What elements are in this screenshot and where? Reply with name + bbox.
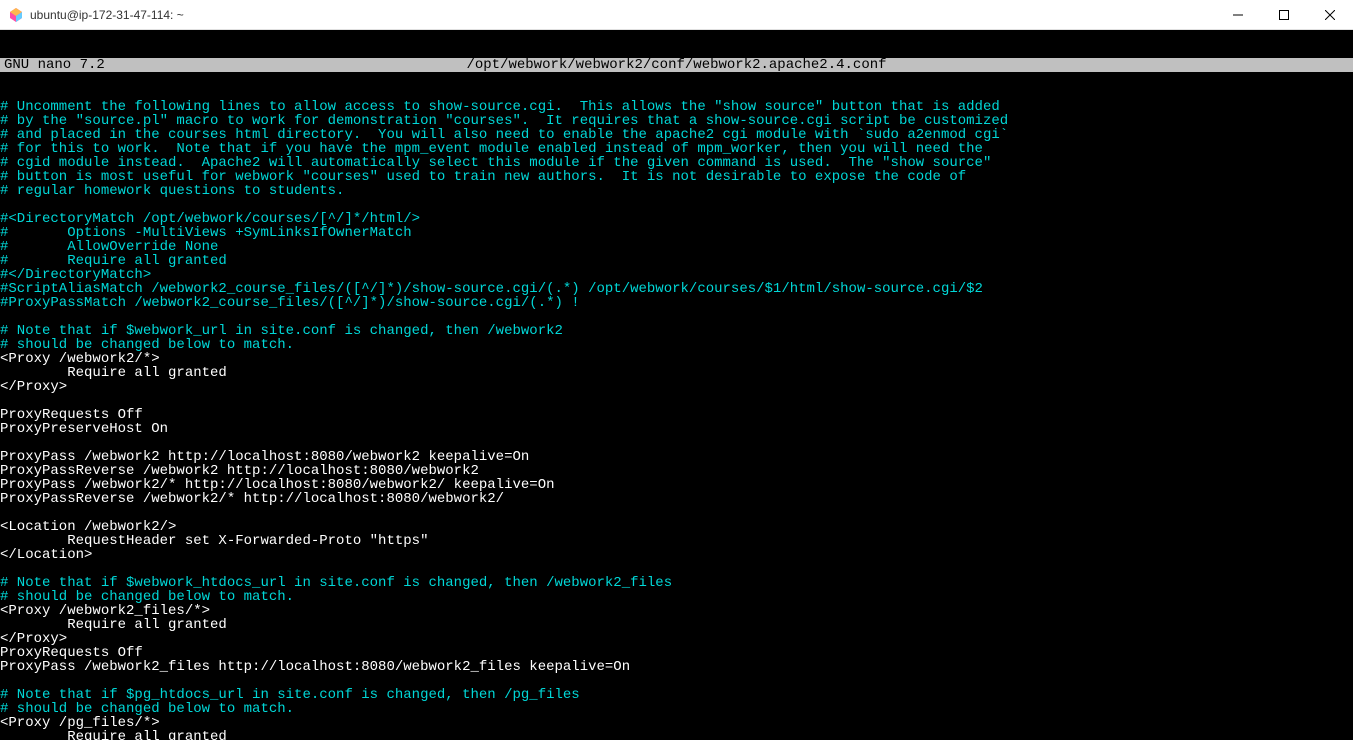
- editor-line: Require all granted: [0, 730, 1353, 740]
- editor-line: # Note that if $webwork_url in site.conf…: [0, 324, 1353, 338]
- editor-line: </Proxy>: [0, 632, 1353, 646]
- editor-line: ProxyPass /webwork2_files http://localho…: [0, 660, 1353, 674]
- window-titlebar: ubuntu@ip-172-31-47-114: ~: [0, 0, 1353, 30]
- editor-line: [0, 436, 1353, 450]
- editor-line: # should be changed below to match.: [0, 702, 1353, 716]
- editor-line: <Proxy /webwork2/*>: [0, 352, 1353, 366]
- editor-line: ProxyPreserveHost On: [0, 422, 1353, 436]
- editor-line: # should be changed below to match.: [0, 338, 1353, 352]
- editor-line: # Options -MultiViews +SymLinksIfOwnerMa…: [0, 226, 1353, 240]
- editor-line: #<DirectoryMatch /opt/webwork/courses/[^…: [0, 212, 1353, 226]
- editor-line: [0, 394, 1353, 408]
- nano-header-right: [1153, 58, 1353, 72]
- editor-line: # and placed in the courses html directo…: [0, 128, 1353, 142]
- editor-line: # Note that if $webwork_htdocs_url in si…: [0, 576, 1353, 590]
- editor-line: ProxyPassReverse /webwork2/* http://loca…: [0, 492, 1353, 506]
- close-button[interactable]: [1307, 0, 1353, 30]
- editor-line: # button is most useful for webwork "cou…: [0, 170, 1353, 184]
- editor-line: # cgid module instead. Apache2 will auto…: [0, 156, 1353, 170]
- editor-line: #ScriptAliasMatch /webwork2_course_files…: [0, 282, 1353, 296]
- editor-line: [0, 562, 1353, 576]
- editor-line: # Note that if $pg_htdocs_url in site.co…: [0, 688, 1353, 702]
- maximize-button[interactable]: [1261, 0, 1307, 30]
- editor-line: #</DirectoryMatch>: [0, 268, 1353, 282]
- editor-line: [0, 198, 1353, 212]
- editor-line: # regular homework questions to students…: [0, 184, 1353, 198]
- window-title: ubuntu@ip-172-31-47-114: ~: [30, 8, 184, 22]
- editor-line: Require all granted: [0, 618, 1353, 632]
- nano-app-label: GNU nano 7.2: [0, 58, 200, 72]
- window-controls: [1215, 0, 1353, 30]
- editor-line: <Proxy /webwork2_files/*>: [0, 604, 1353, 618]
- editor-line: <Proxy /pg_files/*>: [0, 716, 1353, 730]
- editor-line: ProxyPassReverse /webwork2 http://localh…: [0, 464, 1353, 478]
- editor-line: </Proxy>: [0, 380, 1353, 394]
- editor-line: <Location /webwork2/>: [0, 520, 1353, 534]
- editor-line: [0, 674, 1353, 688]
- editor-line: ProxyRequests Off: [0, 408, 1353, 422]
- editor-line: Require all granted: [0, 366, 1353, 380]
- editor-line: </Location>: [0, 548, 1353, 562]
- editor-line: [0, 310, 1353, 324]
- editor-line: ProxyPass /webwork2 http://localhost:808…: [0, 450, 1353, 464]
- editor-line: # for this to work. Note that if you hav…: [0, 142, 1353, 156]
- editor-line: # by the "source.pl" macro to work for d…: [0, 114, 1353, 128]
- nano-file-path: /opt/webwork/webwork2/conf/webwork2.apac…: [200, 58, 1153, 72]
- minimize-button[interactable]: [1215, 0, 1261, 30]
- editor-line: #ProxyPassMatch /webwork2_course_files/(…: [0, 296, 1353, 310]
- titlebar-left: ubuntu@ip-172-31-47-114: ~: [8, 7, 184, 23]
- editor-line: [0, 506, 1353, 520]
- editor-line: # AllowOverride None: [0, 240, 1353, 254]
- editor-line: ProxyRequests Off: [0, 646, 1353, 660]
- editor-line: # Uncomment the following lines to allow…: [0, 100, 1353, 114]
- editor-line: # Require all granted: [0, 254, 1353, 268]
- editor-body[interactable]: # Uncomment the following lines to allow…: [0, 100, 1353, 740]
- terminal-area[interactable]: GNU nano 7.2 /opt/webwork/webwork2/conf/…: [0, 30, 1353, 740]
- editor-line: RequestHeader set X-Forwarded-Proto "htt…: [0, 534, 1353, 548]
- app-icon: [8, 7, 24, 23]
- editor-line: # should be changed below to match.: [0, 590, 1353, 604]
- nano-header: GNU nano 7.2 /opt/webwork/webwork2/conf/…: [0, 58, 1353, 72]
- editor-line: ProxyPass /webwork2/* http://localhost:8…: [0, 478, 1353, 492]
